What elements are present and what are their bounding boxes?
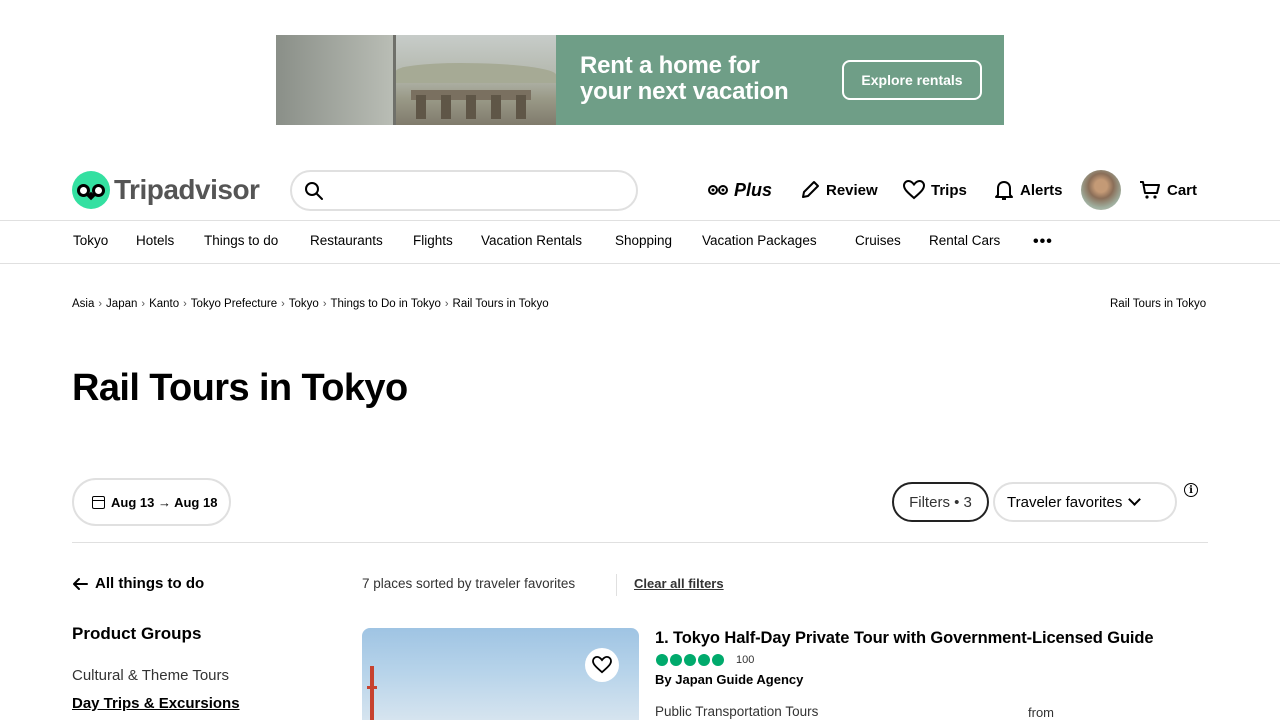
breadcrumb-item-current: Rail Tours in Tokyo bbox=[452, 298, 549, 310]
alerts-label: Alerts bbox=[1020, 181, 1063, 199]
breadcrumb-separator: › bbox=[98, 298, 103, 310]
clear-filters-link[interactable]: Clear all filters bbox=[634, 576, 724, 591]
alerts-link[interactable]: Alerts bbox=[994, 174, 1063, 206]
search-icon[interactable] bbox=[304, 181, 324, 201]
review-label: Review bbox=[826, 181, 878, 199]
breadcrumb-item[interactable]: Tokyo Prefecture bbox=[191, 298, 277, 310]
listing-category: Public Transportation Tours bbox=[655, 704, 819, 719]
user-avatar[interactable] bbox=[1081, 170, 1121, 210]
subnav-rental-cars[interactable]: Rental Cars bbox=[929, 233, 1000, 248]
all-things-label: All things to do bbox=[95, 575, 205, 592]
rating-bubbles[interactable]: 100 bbox=[656, 654, 754, 666]
tripadvisor-logo[interactable]: Tripadvisor bbox=[72, 171, 260, 209]
price-prefix: from bbox=[1028, 705, 1054, 720]
filters-button[interactable]: Filters • 3 bbox=[892, 482, 989, 522]
arrow-left-icon bbox=[73, 577, 88, 590]
more-options-icon[interactable]: ••• bbox=[1033, 233, 1053, 251]
divider bbox=[72, 542, 1208, 543]
save-to-trip-button[interactable] bbox=[585, 648, 619, 682]
breadcrumb-separator: › bbox=[444, 298, 449, 310]
breadcrumb-item[interactable]: Tokyo bbox=[289, 298, 319, 310]
rating-bubble-icon bbox=[684, 654, 696, 666]
ad-headline-line1[interactable]: Rent a home for bbox=[580, 53, 788, 79]
breadcrumb-item[interactable]: Kanto bbox=[149, 298, 179, 310]
breadcrumb: Asia › Japan › Kanto › Tokyo Prefecture … bbox=[72, 298, 549, 310]
divider bbox=[616, 574, 617, 596]
tripadvisor-plus-link[interactable]: Plus bbox=[708, 174, 772, 206]
explore-rentals-button[interactable]: Explore rentals bbox=[842, 60, 982, 100]
listing-title[interactable]: 1. Tokyo Half-Day Private Tour with Gove… bbox=[655, 629, 1154, 648]
breadcrumb-item[interactable]: Things to Do in Tokyo bbox=[330, 298, 440, 310]
breadcrumb-item[interactable]: Japan bbox=[106, 298, 137, 310]
breadcrumb-item[interactable]: Asia bbox=[72, 298, 94, 310]
plus-label: Plus bbox=[734, 179, 773, 200]
rating-bubble-icon bbox=[698, 654, 710, 666]
calendar-icon bbox=[92, 495, 105, 509]
filter-day-trips-excursions[interactable]: Day Trips & Excursions bbox=[72, 695, 240, 712]
chevron-down-icon bbox=[1128, 493, 1142, 506]
subnav-things-to-do[interactable]: Things to do bbox=[204, 233, 278, 248]
subnav-vacation-packages[interactable]: Vacation Packages bbox=[702, 233, 817, 248]
review-link[interactable]: Review bbox=[800, 174, 878, 206]
site-header: Tripadvisor Plus Review Trips Alerts Car… bbox=[0, 160, 1280, 220]
breadcrumb-separator: › bbox=[183, 298, 187, 310]
review-count: 100 bbox=[736, 654, 755, 666]
info-icon[interactable]: i bbox=[1184, 483, 1198, 497]
owl-icon bbox=[72, 171, 110, 209]
cart-label: Cart bbox=[1167, 181, 1198, 199]
heart-icon bbox=[592, 656, 612, 674]
subnav-hotels[interactable]: Hotels bbox=[136, 233, 174, 248]
subnav-shopping[interactable]: Shopping bbox=[615, 233, 672, 248]
ad-headline[interactable]: Rent a home for your next vacation bbox=[580, 53, 789, 105]
bell-icon bbox=[995, 181, 1013, 200]
cart-icon bbox=[1140, 181, 1160, 199]
owl-eyes-icon bbox=[708, 185, 728, 195]
trips-label: Trips bbox=[931, 181, 967, 199]
date-picker-button[interactable]: Aug 13 → Aug 18 bbox=[72, 478, 231, 526]
breadcrumb-separator: › bbox=[141, 298, 146, 310]
category-nav: Tokyo Hotels Things to do Restaurants Fl… bbox=[0, 230, 1280, 252]
heart-icon bbox=[903, 180, 925, 200]
cart-link[interactable]: Cart bbox=[1139, 174, 1197, 206]
ad-photo bbox=[276, 35, 556, 125]
ad-headline-line2[interactable]: your next vacation bbox=[580, 79, 789, 105]
rating-bubble-icon bbox=[712, 654, 724, 666]
filter-cultural-theme-tours[interactable]: Cultural & Theme Tours bbox=[72, 667, 229, 684]
ad-banner[interactable]: Rent a home for your next vacation Explo… bbox=[276, 35, 1004, 125]
tokyo-tower-shape bbox=[367, 666, 377, 720]
subnav-restaurants[interactable]: Restaurants bbox=[310, 233, 383, 248]
search-input[interactable] bbox=[334, 175, 636, 206]
breadcrumb-separator: › bbox=[322, 298, 327, 310]
rating-bubble-icon bbox=[670, 654, 682, 666]
trips-link[interactable]: Trips bbox=[903, 174, 967, 206]
breadcrumb-separator: › bbox=[281, 298, 285, 310]
all-things-to-do-link[interactable]: All things to do bbox=[72, 575, 204, 592]
product-groups-heading[interactable]: Product Groups bbox=[72, 624, 201, 644]
date-range: Aug 13 → Aug 18 bbox=[111, 494, 218, 510]
breadcrumb-current-right: Rail Tours in Tokyo bbox=[1110, 298, 1207, 310]
subnav-vacation-rentals[interactable]: Vacation Rentals bbox=[481, 233, 582, 248]
divider bbox=[0, 263, 1280, 264]
subnav-cruises[interactable]: Cruises bbox=[855, 233, 901, 248]
results-summary: 7 places sorted by traveler favorites bbox=[362, 576, 576, 591]
search-bar[interactable] bbox=[290, 170, 638, 211]
pencil-icon bbox=[802, 181, 819, 198]
page-title: Rail Tours in Tokyo bbox=[72, 367, 408, 409]
sort-value: Traveler favorites bbox=[1007, 493, 1123, 511]
rating-bubble-icon bbox=[656, 654, 668, 666]
sort-dropdown[interactable]: Traveler favorites bbox=[993, 482, 1177, 522]
divider bbox=[0, 220, 1280, 221]
subnav-tokyo[interactable]: Tokyo bbox=[73, 233, 108, 248]
listing-agency[interactable]: By Japan Guide Agency bbox=[655, 672, 803, 687]
subnav-flights[interactable]: Flights bbox=[413, 233, 453, 248]
logo-text: Tripadvisor bbox=[114, 174, 260, 205]
